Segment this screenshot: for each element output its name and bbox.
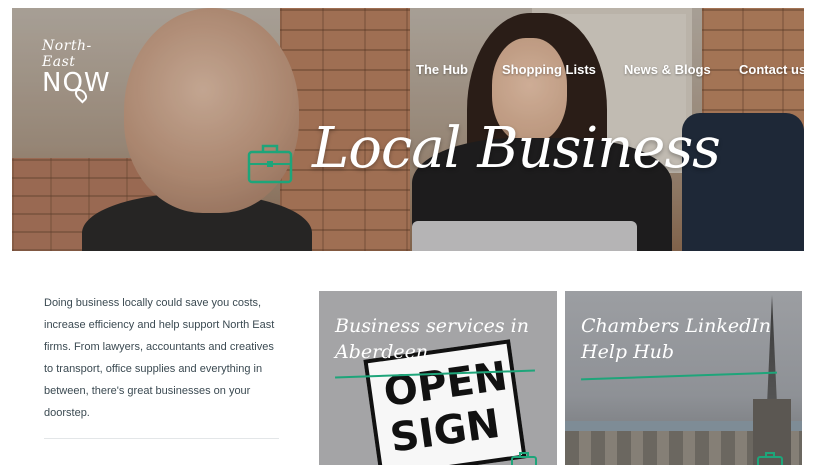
card-chambers-linkedin[interactable]: Chambers LinkedIn Help Hub: [565, 291, 802, 465]
card-title: Business services in Aberdeen: [335, 315, 529, 363]
hero-banner: North-East NOW The Hub Shopping Lists Ne…: [12, 8, 804, 251]
briefcase-icon: [757, 452, 783, 465]
card-business-services[interactable]: Business services in Aberdeen OPEN SIGN: [319, 291, 557, 465]
card-title-underline: [581, 371, 777, 381]
intro-text: Doing business locally could save you co…: [44, 297, 275, 419]
briefcase-icon: [511, 452, 537, 465]
nav-link-shopping-lists[interactable]: Shopping Lists: [502, 62, 596, 77]
card-title: Chambers LinkedIn Help Hub: [581, 315, 771, 363]
nav-link-contact-us[interactable]: Contact us: [739, 62, 804, 77]
intro-divider: [44, 438, 279, 439]
briefcase-icon: [247, 144, 293, 184]
nav-link-the-hub[interactable]: The Hub: [416, 62, 468, 77]
page-title: Local Business: [312, 116, 721, 181]
site-logo[interactable]: North-East NOW: [42, 38, 122, 104]
nav-link-news-blogs[interactable]: News & Blogs: [624, 62, 711, 77]
logo-text-line1: North-East: [42, 38, 92, 70]
